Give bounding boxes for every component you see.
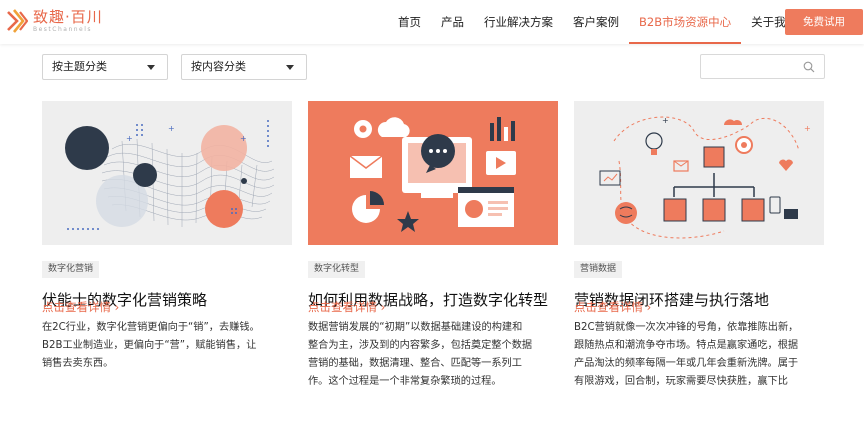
svg-text:+: +	[662, 116, 669, 125]
logo-text: 致趣·百川	[33, 7, 103, 26]
chevron-right-icon: ›	[646, 300, 652, 314]
nav-cases[interactable]: 客户案例	[563, 0, 629, 44]
article-tag[interactable]: 数字化营销	[42, 261, 100, 278]
nav-products[interactable]: 产品	[431, 0, 474, 44]
article-image-digital-marketing[interactable]: + + +	[42, 101, 292, 245]
search-input[interactable]	[707, 55, 803, 78]
article-image-digital-transformation[interactable]	[308, 101, 558, 245]
topic-filter-select[interactable]: 按主题分类	[42, 54, 168, 80]
svg-text:+: +	[126, 134, 133, 143]
filter-bar: 按主题分类 按内容分类	[42, 54, 320, 80]
content-filter-label: 按内容分类	[191, 60, 246, 73]
nav-solutions[interactable]: 行业解决方案	[474, 0, 563, 44]
content-filter-select[interactable]: 按内容分类	[181, 54, 307, 80]
read-more-link[interactable]: 点击查看详情 ›	[308, 299, 385, 315]
article-card-3: + + 营销数据 营销数据闭环搭建与执行落地 B2C营销就像一次次冲锋的号角，依…	[574, 101, 824, 391]
nav-home[interactable]: 首页	[388, 0, 431, 44]
article-tag[interactable]: 数字化转型	[308, 261, 366, 278]
logo-mark-icon	[7, 9, 28, 33]
logo[interactable]: 致趣·百川 BestChannels	[6, 8, 103, 34]
article-card-2: 数字化转型 如何利用数据战略，打造数字化转型 数据营销发展的“初期”以数据基础建…	[308, 101, 558, 391]
site-header: 致趣·百川 BestChannels 首页 产品 行业解决方案 客户案例 B2B…	[0, 0, 864, 44]
search-box	[700, 54, 825, 79]
search-icon[interactable]	[803, 61, 815, 73]
read-more-link[interactable]: 点击查看详情 ›	[42, 299, 119, 315]
caret-down-icon	[147, 65, 155, 70]
caret-down-icon	[286, 65, 294, 70]
main-nav: 首页 产品 行业解决方案 客户案例 B2B市场资源中心 关于我们	[388, 0, 807, 44]
article-description: 在2C行业，数字化营销更偏向于“销”，去赚钱。 B2B工业制造业，更偏向于“营”…	[42, 322, 260, 369]
article-card-1: + + + 数字化营销 伏能士的数字化营销策略 在2C行业，数字化营销更偏向于“…	[42, 101, 292, 391]
logo-subtitle: BestChannels	[33, 25, 93, 33]
article-tag[interactable]: 营销数据	[574, 261, 623, 278]
free-trial-button[interactable]: 免费试用	[785, 9, 863, 35]
article-description: B2C营销就像一次次冲锋的号角，依靠推陈出新， 跟随热点和潮流争夺市场。特点是赢…	[574, 322, 799, 387]
nav-resource-center[interactable]: B2B市场资源中心	[629, 0, 742, 44]
article-description: 数据营销发展的“初期”以数据基础建设的构建和 整合为主，涉及到的内容繁多，包括奠…	[308, 322, 533, 387]
chevron-right-icon: ›	[380, 300, 386, 314]
svg-text:+: +	[240, 134, 247, 143]
topic-filter-label: 按主题分类	[52, 60, 107, 73]
read-more-link[interactable]: 点击查看详情 ›	[574, 299, 651, 315]
article-image-marketing-data[interactable]: + +	[574, 101, 824, 245]
svg-text:+: +	[804, 124, 811, 133]
chevron-right-icon: ›	[114, 300, 120, 314]
svg-text:+: +	[168, 124, 175, 133]
